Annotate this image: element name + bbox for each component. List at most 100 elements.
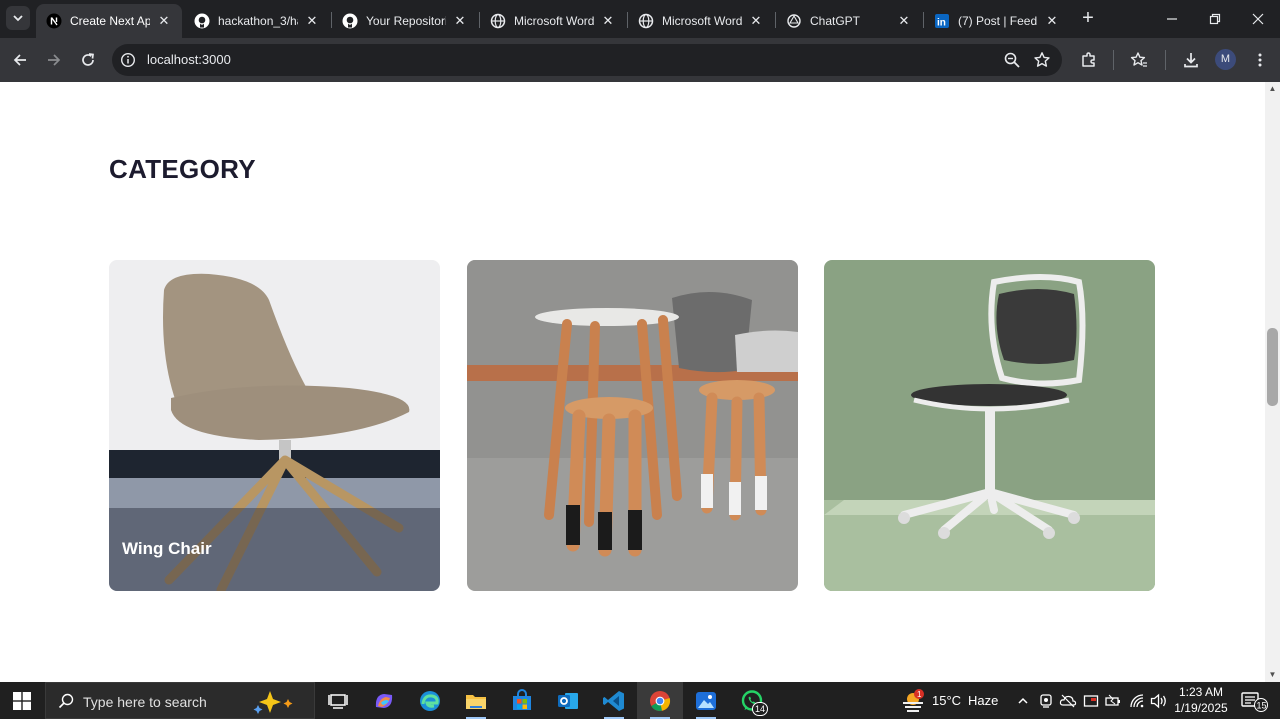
show-hidden-icons-button[interactable] bbox=[1014, 692, 1032, 710]
tab-hackathon[interactable]: hackathon_3/ha ✕ bbox=[184, 4, 330, 38]
bookmark-list-icon bbox=[1130, 52, 1147, 67]
tab-chatgpt[interactable]: ChatGPT ✕ bbox=[776, 4, 922, 38]
tab-title: hackathon_3/ha bbox=[218, 14, 298, 28]
chrome-app-button[interactable] bbox=[637, 682, 683, 719]
address-bar[interactable]: localhost:3000 bbox=[112, 44, 1062, 76]
copilot-icon bbox=[375, 693, 393, 708]
microsoft-store-app-button[interactable] bbox=[499, 682, 545, 719]
restore-button[interactable] bbox=[1193, 0, 1237, 38]
scrollbar-thumb[interactable] bbox=[1267, 328, 1278, 406]
chevron-down-icon bbox=[13, 15, 23, 22]
tab-linkedin[interactable]: in (7) Post | Feed | L ✕ bbox=[924, 4, 1070, 38]
wifi-icon bbox=[1130, 694, 1144, 708]
tab-search-button[interactable] bbox=[6, 6, 30, 30]
tab-create-next-app[interactable]: Create Next App ✕ bbox=[36, 4, 182, 38]
tab-microsoft-word-1[interactable]: Microsoft Word ✕ bbox=[480, 4, 626, 38]
copilot-sparkle-icon[interactable] bbox=[250, 689, 302, 720]
address-url[interactable]: localhost:3000 bbox=[147, 52, 231, 67]
edge-icon bbox=[420, 690, 440, 711]
whatsapp-app-button[interactable]: 14 bbox=[729, 682, 775, 719]
chevron-up-icon bbox=[1018, 697, 1028, 704]
category-heading: CATEGORY bbox=[109, 154, 256, 184]
bookmarks-button[interactable] bbox=[1127, 48, 1151, 72]
network-tray-icon[interactable] bbox=[1128, 692, 1146, 710]
card-label: Wing Chair bbox=[122, 539, 212, 558]
browser-toolbar: localhost:3000 M bbox=[0, 38, 1280, 82]
github-icon bbox=[342, 13, 358, 29]
tab-title: ChatGPT bbox=[810, 14, 861, 28]
globe-icon bbox=[638, 13, 654, 29]
reload-button[interactable] bbox=[76, 48, 100, 72]
scroll-down-arrow-icon[interactable]: ▼ bbox=[1265, 670, 1280, 680]
site-info-icon[interactable] bbox=[120, 52, 136, 68]
battery-charging-icon bbox=[1105, 694, 1120, 706]
arrow-right-icon bbox=[48, 54, 61, 66]
weather-alert-count: 1 bbox=[917, 690, 922, 699]
github-icon bbox=[194, 13, 210, 29]
task-view-icon bbox=[328, 693, 348, 709]
back-button[interactable] bbox=[8, 48, 32, 72]
battery-tray-icon[interactable] bbox=[1104, 692, 1122, 710]
browser-menu-button[interactable] bbox=[1248, 48, 1272, 72]
notification-count: 15 bbox=[1257, 701, 1267, 711]
tab-title: Microsoft Word bbox=[514, 14, 594, 28]
close-icon[interactable]: ✕ bbox=[748, 13, 764, 29]
extensions-button[interactable] bbox=[1077, 48, 1101, 72]
taskbar-search-box[interactable]: Type here to search bbox=[45, 682, 315, 719]
chrome-icon bbox=[650, 690, 671, 711]
downloads-button[interactable] bbox=[1179, 48, 1203, 72]
store-icon bbox=[513, 688, 531, 710]
onedrive-tray-icon[interactable] bbox=[1059, 692, 1077, 710]
svg-text:in: in bbox=[937, 18, 946, 29]
new-tab-button[interactable]: + bbox=[1076, 7, 1100, 31]
taskbar-clock[interactable]: 1:23 AM 1/19/2025 bbox=[1168, 684, 1234, 716]
meet-now-tray-icon[interactable] bbox=[1037, 692, 1055, 710]
vscode-app-button[interactable] bbox=[591, 682, 637, 719]
start-button[interactable] bbox=[0, 682, 44, 719]
close-icon bbox=[1252, 13, 1264, 25]
minimize-button[interactable] bbox=[1150, 0, 1194, 38]
weather-widget[interactable]: 1 15°C Haze bbox=[900, 682, 998, 719]
webcam-icon bbox=[1040, 694, 1052, 708]
close-window-button[interactable] bbox=[1236, 0, 1280, 38]
office-chair-image bbox=[824, 260, 1155, 591]
edge-app-button[interactable] bbox=[407, 682, 453, 719]
tab-title: Microsoft Word bbox=[662, 14, 742, 28]
photos-app-button[interactable] bbox=[683, 682, 729, 719]
category-card-wing-chair[interactable]: Wing Chair bbox=[109, 260, 440, 591]
outlook-app-button[interactable] bbox=[545, 682, 591, 719]
tab-microsoft-word-2[interactable]: Microsoft Word ✕ bbox=[628, 4, 774, 38]
page-scrollbar[interactable]: ▲ ▼ bbox=[1265, 82, 1280, 682]
profile-avatar[interactable]: M bbox=[1215, 49, 1236, 70]
scroll-up-arrow-icon[interactable]: ▲ bbox=[1265, 84, 1280, 94]
minimize-icon bbox=[1167, 18, 1177, 20]
copilot-app-button[interactable] bbox=[361, 682, 407, 719]
task-view-button[interactable] bbox=[315, 682, 361, 719]
close-icon[interactable]: ✕ bbox=[156, 13, 172, 29]
close-icon[interactable]: ✕ bbox=[452, 13, 468, 29]
tab-your-repositories[interactable]: Your Repositorie ✕ bbox=[332, 4, 478, 38]
close-icon[interactable]: ✕ bbox=[600, 13, 616, 29]
chatgpt-icon bbox=[786, 13, 802, 29]
category-card-stools[interactable] bbox=[467, 260, 798, 591]
reload-icon bbox=[82, 53, 94, 66]
category-card-office-chair[interactable] bbox=[824, 260, 1155, 591]
windows-logo-icon bbox=[13, 691, 31, 710]
cloud-offline-icon bbox=[1059, 694, 1077, 708]
zoom-icon[interactable] bbox=[1003, 51, 1021, 74]
forward-button[interactable] bbox=[42, 48, 66, 72]
close-icon[interactable]: ✕ bbox=[896, 13, 912, 29]
wooden-stools-image bbox=[467, 260, 798, 591]
notification-icon: 15 bbox=[1241, 692, 1268, 712]
download-icon bbox=[1184, 53, 1198, 68]
close-icon[interactable]: ✕ bbox=[304, 13, 320, 29]
windows-taskbar: Type here to search 14 1 15°C Haze 1:23 … bbox=[0, 682, 1280, 719]
close-icon[interactable]: ✕ bbox=[1044, 13, 1060, 29]
bookmark-star-icon[interactable] bbox=[1033, 51, 1051, 74]
volume-tray-icon[interactable] bbox=[1150, 692, 1168, 710]
restore-icon bbox=[1209, 13, 1221, 25]
notification-center-button[interactable]: 15 bbox=[1240, 690, 1270, 712]
whatsapp-unread-badge: 14 bbox=[752, 702, 768, 716]
file-explorer-app-button[interactable] bbox=[453, 682, 499, 719]
screen-capture-tray-icon[interactable] bbox=[1082, 692, 1100, 710]
